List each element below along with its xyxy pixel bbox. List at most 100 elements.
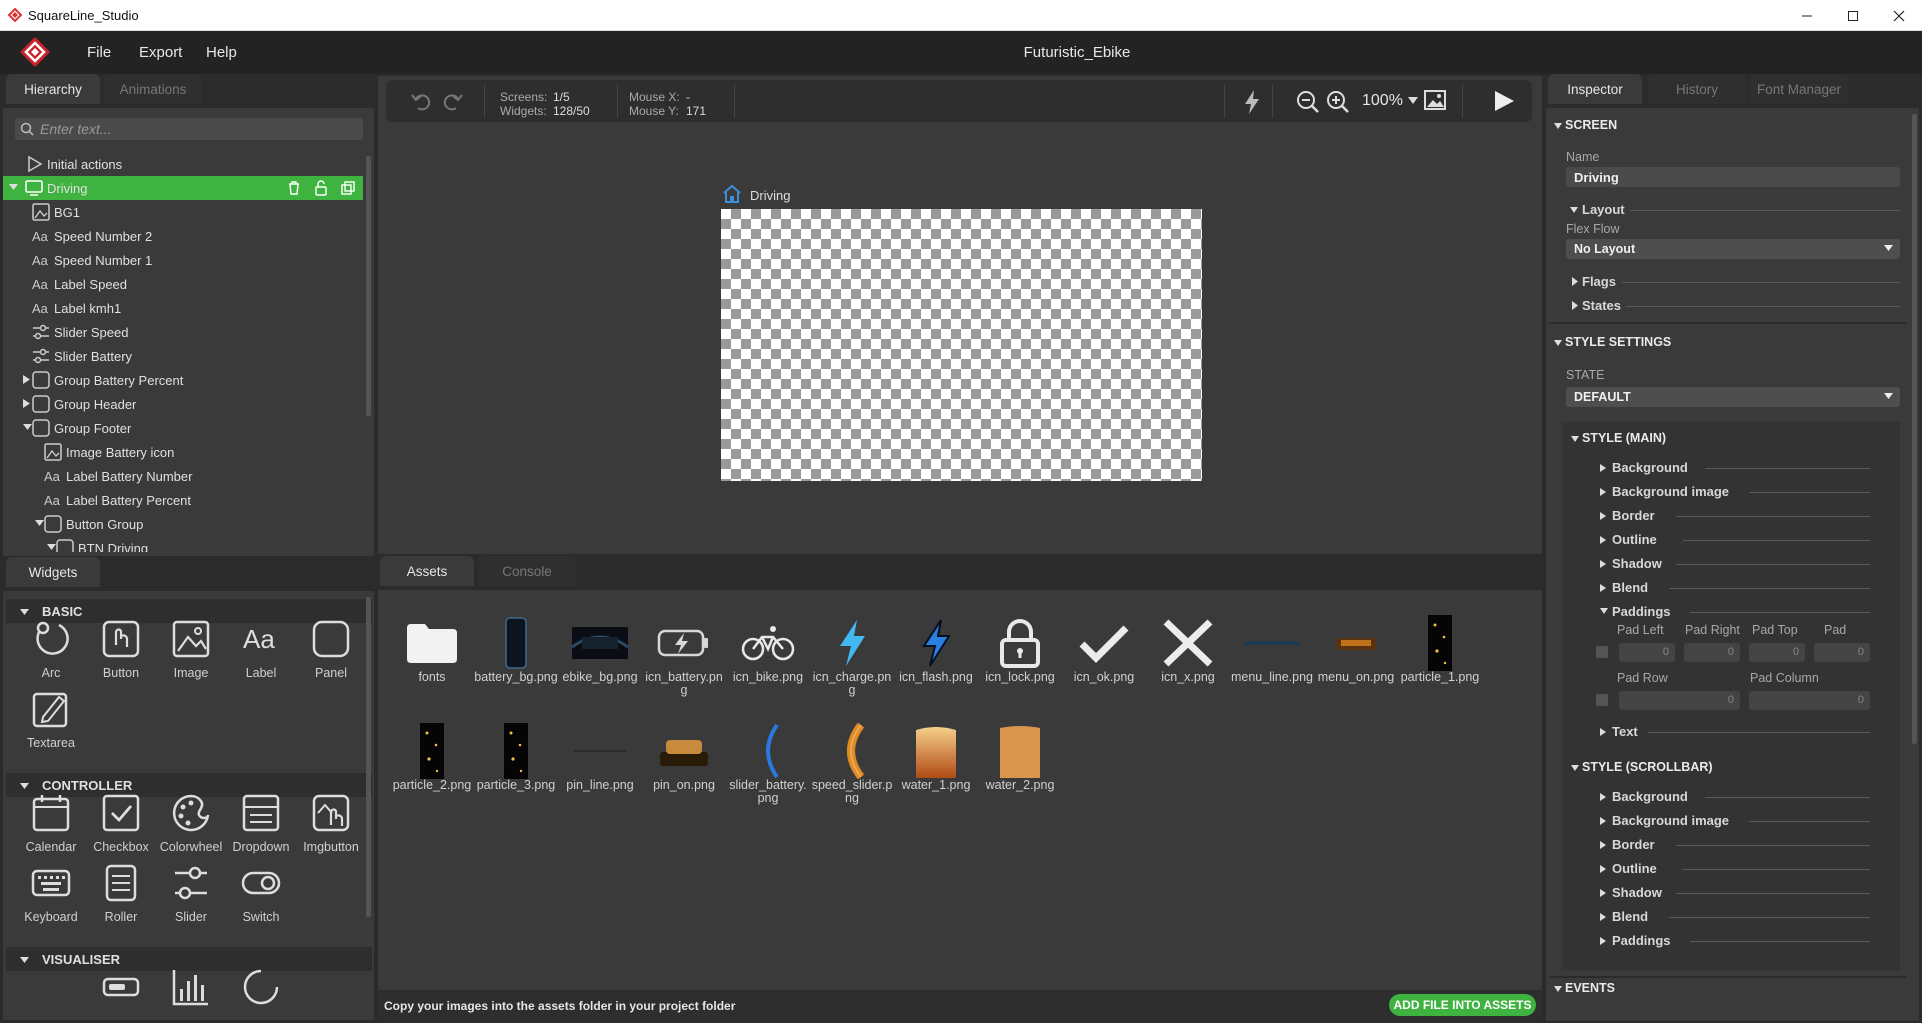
asset-file[interactable]: menu_on.png [1314, 615, 1398, 695]
play-button[interactable] [1492, 89, 1516, 113]
widget-roller[interactable]: Roller [86, 863, 156, 933]
hierarchy-scrollbar[interactable] [366, 156, 371, 416]
asset-file[interactable]: fonts [390, 615, 474, 695]
widget-image[interactable]: Image [156, 619, 226, 689]
hierarchy-item[interactable]: Aa Label Battery Number [3, 464, 363, 488]
menu-on-thumb [1326, 615, 1386, 671]
trash-icon[interactable] [286, 180, 302, 196]
asset-file[interactable]: icn_charge.png [810, 615, 894, 697]
lightning-icon[interactable] [1242, 89, 1262, 115]
tab-hierarchy[interactable]: Hierarchy [6, 74, 100, 104]
asset-file[interactable]: icn_x.png [1146, 615, 1230, 695]
asset-file[interactable]: battery_bg.png [474, 615, 558, 695]
asset-file[interactable]: icn_bike.png [726, 615, 810, 695]
hierarchy-item[interactable]: Group Header [3, 392, 363, 416]
asset-file[interactable]: pin_line.png [558, 723, 642, 803]
hierarchy-item[interactable]: Slider Battery [3, 344, 363, 368]
widget-colorwheel[interactable]: Colorwheel [156, 793, 226, 863]
assets-hint: Copy your images into the assets folder … [384, 999, 736, 1013]
tab-console[interactable]: Console [478, 556, 576, 586]
hierarchy-item[interactable]: Slider Speed [3, 320, 363, 344]
hierarchy-item[interactable]: BTN Driving [3, 536, 363, 552]
widget-switch[interactable]: Switch [226, 863, 296, 933]
asset-file[interactable]: particle_3.png [474, 723, 558, 803]
zoom-level[interactable]: 100% [1362, 92, 1403, 110]
svg-text:Aa: Aa [32, 253, 49, 268]
asset-file[interactable]: slider_battery.png [726, 723, 810, 805]
widget-keyboard[interactable]: Keyboard [16, 863, 86, 933]
asset-file[interactable]: particle_2.png [390, 723, 474, 803]
hierarchy-item[interactable]: Aa Speed Number 2 [3, 224, 363, 248]
hierarchy-item[interactable]: Driving [3, 176, 363, 200]
minimize-button[interactable] [1784, 0, 1830, 31]
screen-name-label: Driving [750, 188, 791, 203]
widgets-scrollbar[interactable] [366, 597, 371, 917]
widget-calendar[interactable]: Calendar [16, 793, 86, 863]
tab-animations[interactable]: Animations [104, 74, 202, 104]
hierarchy-item[interactable]: Button Group [3, 512, 363, 536]
zoom-out-icon[interactable] [1296, 90, 1320, 114]
asset-file[interactable]: menu_line.png [1230, 615, 1314, 695]
close-window-button[interactable] [1876, 0, 1922, 31]
hierarchy-item[interactable]: Aa Label Battery Percent [3, 488, 363, 512]
asset-file[interactable]: water_2.png [978, 723, 1062, 803]
hierarchy-item[interactable]: Aa Speed Number 1 [3, 248, 363, 272]
asset-file[interactable]: icn_ok.png [1062, 615, 1146, 695]
hierarchy-item[interactable]: Image Battery icon [3, 440, 363, 464]
widget-slider[interactable]: Slider [156, 863, 226, 933]
asset-file[interactable]: pin_on.png [642, 723, 726, 803]
hierarchy-item[interactable]: BG1 [3, 200, 363, 224]
asset-file[interactable]: particle_1.png [1398, 615, 1482, 695]
widget-dropdown[interactable]: Dropdown [226, 793, 296, 863]
asset-file[interactable]: icn_battery.png [642, 615, 726, 697]
asset-file[interactable]: speed_slider.png [810, 723, 894, 805]
screen-canvas[interactable] [721, 209, 1202, 481]
tab-inspector[interactable]: Inspector [1548, 74, 1642, 104]
chevron-right-icon[interactable] [23, 399, 30, 408]
widget-arc[interactable]: Arc [16, 619, 86, 689]
search-input[interactable]: Enter text... [40, 121, 112, 137]
hierarchy-search[interactable]: Enter text... [15, 118, 363, 140]
zoom-in-icon[interactable] [1326, 90, 1350, 114]
tab-font-manager[interactable]: Font Manager [1750, 74, 1848, 104]
hierarchy-item[interactable]: Aa Label kmh1 [3, 296, 363, 320]
panel-icon [55, 538, 75, 552]
tab-widgets[interactable]: Widgets [6, 557, 100, 587]
widget-label: Arc [41, 666, 61, 680]
add-file-button[interactable]: ADD FILE INTO ASSETS [1389, 994, 1536, 1016]
widget-spinner[interactable] [226, 967, 296, 1020]
asset-file[interactable]: water_1.png [894, 723, 978, 803]
widget-panel[interactable]: Panel [296, 619, 366, 689]
redo-icon[interactable] [440, 90, 464, 112]
background-image-icon[interactable] [1424, 90, 1448, 112]
tab-assets[interactable]: Assets [380, 556, 474, 586]
unlock-icon[interactable] [313, 180, 329, 196]
inspector-scrollbar[interactable] [1912, 114, 1917, 744]
checkbox-icon [101, 793, 141, 833]
asset-file[interactable]: icn_flash.png [894, 615, 978, 695]
maximize-icon [1847, 10, 1859, 22]
label-icon: Aa [31, 226, 51, 246]
widget-textarea[interactable]: Textarea [16, 689, 86, 759]
undo-icon[interactable] [410, 90, 434, 112]
chevron-right-icon[interactable] [23, 375, 30, 384]
chevron-down-icon[interactable] [9, 183, 18, 191]
hierarchy-item[interactable]: Initial actions [3, 152, 363, 176]
duplicate-icon[interactable] [340, 180, 356, 196]
widget-button[interactable]: Button [86, 619, 156, 689]
hierarchy-item[interactable]: Aa Label Speed [3, 272, 363, 296]
asset-file[interactable]: icn_lock.png [978, 615, 1062, 695]
widget-chart[interactable] [156, 967, 226, 1020]
widgets-count-value: 128/50 [553, 104, 590, 118]
widget-checkbox[interactable]: Checkbox [86, 793, 156, 863]
chevron-down-icon[interactable] [1408, 97, 1418, 105]
canvas-toolbar: Screens: 1/5 Widgets: 128/50 Mouse X: - … [386, 80, 1532, 122]
maximize-button[interactable] [1830, 0, 1876, 31]
widget-label[interactable]: Aa Label [226, 619, 296, 689]
asset-file[interactable]: ebike_bg.png [558, 615, 642, 695]
hierarchy-item[interactable]: Group Battery Percent [3, 368, 363, 392]
hierarchy-item[interactable]: Group Footer [3, 416, 363, 440]
widget-bar[interactable] [86, 967, 156, 1020]
widget-imgbutton[interactable]: Imgbutton [296, 793, 366, 863]
tab-history[interactable]: History [1648, 74, 1746, 104]
